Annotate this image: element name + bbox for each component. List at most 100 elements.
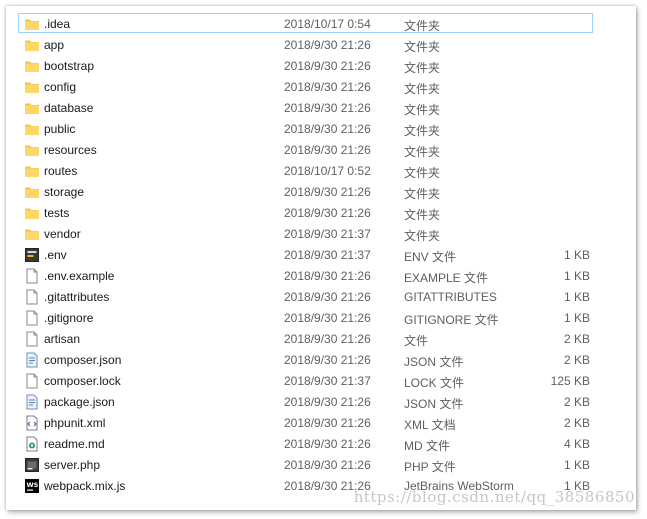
file-row-phpunit-xml[interactable]: phpunit.xml 2018/9/30 21:26 XML 文档 2 KB: [18, 412, 593, 432]
file-type: MD 文件: [404, 439, 450, 453]
file-type: XML 文档: [404, 418, 456, 432]
modified-date: 2018/9/30 21:26: [284, 311, 371, 325]
modified-date: 2018/9/30 21:26: [284, 269, 371, 283]
modified-date: 2018/9/30 21:26: [284, 395, 371, 409]
file-type: GITIGNORE 文件: [404, 313, 499, 327]
file-explorer-list-view: .idea 2018/10/17 0:54 文件夹 app 2018/9/30 21:2…: [6, 6, 636, 510]
file-type: 文件夹: [404, 166, 441, 180]
folder-icon: [24, 142, 40, 158]
file-name: artisan: [44, 332, 81, 346]
folder-icon: [24, 226, 40, 242]
file-row-dot-idea[interactable]: .idea 2018/10/17 0:54 文件夹: [18, 13, 593, 33]
file-row-bootstrap[interactable]: bootstrap 2018/9/30 21:26 文件夹: [18, 55, 593, 75]
file-row-readme-md[interactable]: readme.md 2018/9/30 21:26 MD 文件 4 KB: [18, 433, 593, 453]
file-row-artisan[interactable]: artisan 2018/9/30 21:26 文件 2 KB: [18, 328, 593, 348]
file-type: 文件夹: [404, 103, 441, 117]
modified-date: 2018/9/30 21:26: [284, 122, 371, 136]
file-type: ENV 文件: [404, 250, 457, 264]
file-row-config[interactable]: config 2018/9/30 21:26 文件夹: [18, 76, 593, 96]
file-row-server-php[interactable]: server.php 2018/9/30 21:26 PHP 文件 1 KB: [18, 454, 593, 474]
file-size: 1 KB: [563, 458, 590, 472]
file-type: 文件: [404, 334, 429, 348]
file-row-package-json[interactable]: package.json 2018/9/30 21:26 JSON 文件 2 KB: [18, 391, 593, 411]
file-name: database: [44, 101, 94, 115]
env-file-icon: [24, 247, 40, 263]
file-size: 1 KB: [563, 311, 590, 325]
folder-icon: [24, 163, 40, 179]
file-name: app: [44, 38, 65, 52]
file-size: 2 KB: [563, 332, 590, 346]
folder-icon: [24, 58, 40, 74]
watermark: https://blog.csdn.net/qq_38586850: [353, 488, 635, 506]
folder-icon: [24, 205, 40, 221]
file-type: GITATTRIBUTES: [404, 290, 497, 304]
folder-icon: [24, 100, 40, 116]
file-row-composer-lock[interactable]: composer.lock 2018/9/30 21:37 LOCK 文件 125 K…: [18, 370, 593, 390]
modified-date: 2018/9/30 21:37: [284, 248, 371, 262]
file-name: .gitattributes: [44, 290, 110, 304]
file-row-vendor[interactable]: vendor 2018/9/30 21:37 文件夹: [18, 223, 593, 243]
modified-date: 2018/9/30 21:37: [284, 227, 371, 241]
file-row-composer-json[interactable]: composer.json 2018/9/30 21:26 JSON 文件 2 KB: [18, 349, 593, 369]
file-row-dot-gitignore[interactable]: .gitignore 2018/9/30 21:26 GITIGNORE 文件 1 K…: [18, 307, 593, 327]
modified-date: 2018/9/30 21:26: [284, 206, 371, 220]
file-name: vendor: [44, 227, 81, 241]
file-row-database[interactable]: database 2018/9/30 21:26 文件夹: [18, 97, 593, 117]
webstorm-file-icon: WS: [24, 478, 40, 494]
modified-date: 2018/9/30 21:26: [284, 416, 371, 430]
file-type: JSON 文件: [404, 397, 464, 411]
file-row-dot-env-example[interactable]: .env.example 2018/9/30 21:26 EXAMPLE 文件 1 K…: [18, 265, 593, 285]
markdown-file-icon: [24, 436, 40, 452]
file-name: tests: [44, 206, 70, 220]
file-row-resources[interactable]: resources 2018/9/30 21:26 文件夹: [18, 139, 593, 159]
file-type: 文件夹: [404, 187, 441, 201]
file-name: bootstrap: [44, 59, 95, 73]
folder-icon: [24, 16, 40, 32]
file-size: 4 KB: [563, 437, 590, 451]
file-size: 1 KB: [563, 248, 590, 262]
blank-file-icon: [24, 289, 40, 305]
file-row-app[interactable]: app 2018/9/30 21:26 文件夹: [18, 34, 593, 54]
json-file-icon: [24, 394, 40, 410]
file-name: readme.md: [44, 437, 105, 451]
modified-date: 2018/10/17 0:54: [284, 17, 371, 31]
file-type: JSON 文件: [404, 355, 464, 369]
blank-file-icon: [24, 310, 40, 326]
blank-file-icon: [24, 373, 40, 389]
file-name: package.json: [44, 395, 115, 409]
modified-date: 2018/9/30 21:26: [284, 332, 371, 346]
file-name: composer.lock: [44, 374, 121, 388]
file-row-dot-gitattributes[interactable]: .gitattributes 2018/9/30 21:26 GITATTRIBUT…: [18, 286, 593, 306]
file-name: phpunit.xml: [44, 416, 106, 430]
php-file-icon: [24, 457, 40, 473]
file-name: composer.json: [44, 353, 122, 367]
modified-date: 2018/9/30 21:26: [284, 458, 371, 472]
file-type: 文件夹: [404, 82, 441, 96]
modified-date: 2018/9/30 21:26: [284, 38, 371, 52]
json-file-icon: [24, 352, 40, 368]
blank-file-icon: [24, 268, 40, 284]
file-row-tests[interactable]: tests 2018/9/30 21:26 文件夹: [18, 202, 593, 222]
modified-date: 2018/9/30 21:26: [284, 290, 371, 304]
file-name: config: [44, 80, 77, 94]
xml-file-icon: [24, 415, 40, 431]
folder-icon: [24, 121, 40, 137]
file-name: resources: [44, 143, 97, 157]
file-size: 125 KB: [550, 374, 590, 388]
file-type: 文件夹: [404, 208, 441, 222]
file-row-dot-env[interactable]: .env 2018/9/30 21:37 ENV 文件 1 KB: [18, 244, 593, 264]
modified-date: 2018/9/30 21:26: [284, 185, 371, 199]
blank-file-icon: [24, 331, 40, 347]
file-type: 文件夹: [404, 61, 441, 75]
folder-icon: [24, 184, 40, 200]
folder-icon: [24, 79, 40, 95]
file-type: 文件夹: [404, 124, 441, 138]
file-size: 2 KB: [563, 395, 590, 409]
file-row-routes[interactable]: routes 2018/10/17 0:52 文件夹: [18, 160, 593, 180]
folder-icon: [24, 37, 40, 53]
file-row-storage[interactable]: storage 2018/9/30 21:26 文件夹: [18, 181, 593, 201]
file-name: webpack.mix.js: [44, 479, 126, 493]
file-row-public[interactable]: public 2018/9/30 21:26 文件夹: [18, 118, 593, 138]
file-name: routes: [44, 164, 78, 178]
modified-date: 2018/9/30 21:26: [284, 101, 371, 115]
